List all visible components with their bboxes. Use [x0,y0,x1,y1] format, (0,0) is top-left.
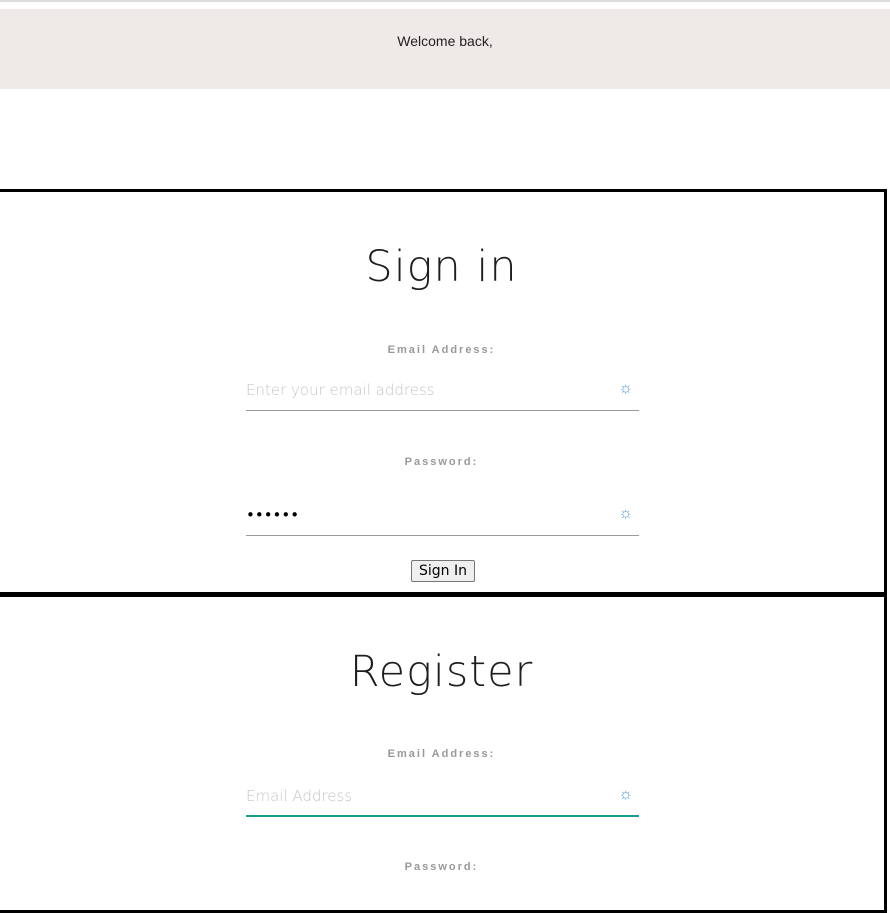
signin-email-field: ☼ [246,371,639,411]
sparkle-icon: ☼ [618,786,633,803]
register-email-label: Email Address: [387,748,496,760]
signin-button[interactable]: Sign In [411,560,475,582]
signin-password-field: ☼ [246,496,639,536]
register-form: Register Email Address: ☼ Password: [0,593,887,913]
sparkle-icon: ☼ [618,380,633,397]
top-divider [0,0,890,2]
sparkle-icon: ☼ [618,505,633,522]
welcome-banner: Welcome back, [0,9,890,89]
signin-form: Sign in Email Address: ☼ Password: ☼ Sig… [0,189,887,595]
signin-password-input[interactable] [246,496,606,534]
welcome-text: Welcome back, [397,33,493,49]
signin-password-label: Password: [404,456,479,468]
register-email-field: ☼ [246,777,639,817]
signin-email-label: Email Address: [387,344,496,356]
register-email-input[interactable] [246,777,606,815]
register-password-label: Password: [404,861,479,873]
signin-email-input[interactable] [246,371,606,409]
signin-title: Sign in [365,242,518,292]
register-title: Register [349,647,534,697]
